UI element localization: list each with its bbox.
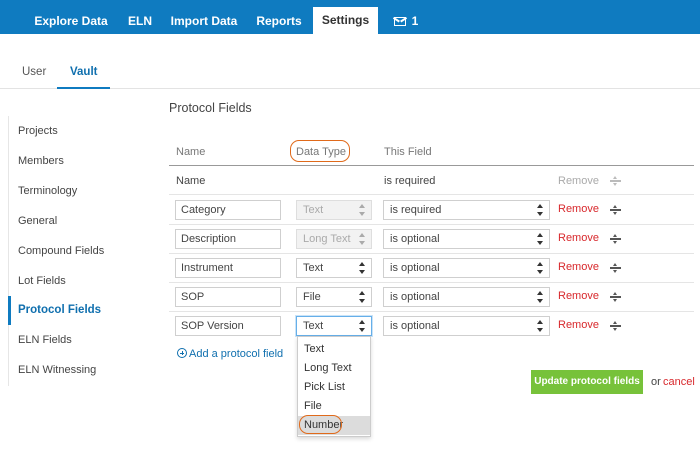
tab-import-data[interactable]: Import Data (162, 0, 246, 34)
requirement-value: is required (390, 204, 442, 216)
fixed-row-name: Name (176, 175, 206, 187)
add-protocol-field-link[interactable]: Add a protocol field (177, 348, 283, 360)
data-type-select[interactable]: Text (296, 316, 372, 336)
or-text: or (651, 376, 661, 388)
dropdown-option-pick-list[interactable]: Pick List (298, 378, 370, 397)
data-type-value: Text (303, 262, 324, 274)
data-type-value: Text (303, 320, 324, 332)
select-caret-icon (537, 320, 543, 332)
sidebar-item-members[interactable]: Members (18, 155, 64, 167)
remove-field-link[interactable]: Remove (558, 203, 599, 215)
fixed-row-remove: Remove (558, 175, 599, 187)
select-caret-icon (537, 204, 543, 216)
drag-handle-icon[interactable] (610, 321, 621, 331)
subtab-user[interactable]: User (22, 66, 46, 78)
envelope-icon (393, 17, 406, 26)
select-caret-icon (359, 204, 365, 216)
dropdown-option-text[interactable]: Text (298, 340, 370, 359)
field-name-input[interactable] (175, 258, 281, 278)
table-header-divider (169, 165, 694, 166)
row-divider (169, 224, 694, 225)
cancel-link[interactable]: cancel (663, 376, 695, 388)
page-title: Protocol Fields (169, 101, 252, 115)
requirement-value: is optional (390, 320, 440, 332)
add-protocol-field-label: Add a protocol field (189, 348, 284, 360)
remove-field-link[interactable]: Remove (558, 261, 599, 273)
messages-count: 1 (411, 14, 419, 28)
drag-handle-icon (610, 176, 621, 186)
field-name-input[interactable] (175, 316, 281, 336)
subtab-vault[interactable]: Vault (70, 66, 97, 78)
drag-handle-icon[interactable] (610, 292, 621, 302)
subtab-active-indicator (57, 87, 110, 89)
requirement-value: is optional (390, 262, 440, 274)
data-type-value: Text (303, 204, 324, 216)
sidebar-item-general[interactable]: General (18, 215, 57, 227)
drag-handle-icon[interactable] (610, 205, 621, 215)
row-divider (169, 282, 694, 283)
data-type-select[interactable]: File (296, 287, 372, 307)
sidebar-item-compound-fields[interactable]: Compound Fields (18, 245, 104, 257)
select-caret-icon (537, 262, 543, 274)
fixed-row-requirement: is required (384, 175, 436, 187)
select-caret-icon (537, 291, 543, 303)
remove-field-link[interactable]: Remove (558, 290, 599, 302)
remove-field-link[interactable]: Remove (558, 232, 599, 244)
data-type-select: Long Text (296, 229, 372, 249)
data-type-value: File (303, 291, 321, 303)
row-divider (169, 253, 694, 254)
field-name-input[interactable] (175, 287, 281, 307)
requirement-value: is optional (390, 291, 440, 303)
data-type-highlight-ring (290, 140, 350, 162)
field-name-input[interactable] (175, 229, 281, 249)
dropdown-option-long-text[interactable]: Long Text (298, 359, 370, 378)
requirement-select[interactable]: is optional (383, 287, 550, 307)
select-caret-icon (537, 233, 543, 245)
sidebar-item-lot-fields[interactable]: Lot Fields (18, 275, 66, 287)
sidebar-active-indicator (8, 296, 11, 325)
column-header-this-field: This Field (384, 146, 432, 158)
tab-reports[interactable]: Reports (246, 0, 312, 34)
requirement-select[interactable]: is required (383, 200, 550, 220)
select-caret-icon (359, 320, 365, 332)
select-caret-icon (359, 291, 365, 303)
dropdown-option-file[interactable]: File (298, 397, 370, 416)
sidebar-item-eln-fields[interactable]: ELN Fields (18, 334, 72, 346)
requirement-select[interactable]: is optional (383, 316, 550, 336)
row-divider (169, 311, 694, 312)
select-caret-icon (359, 233, 365, 245)
number-option-highlight-ring (299, 415, 342, 434)
tab-settings[interactable]: Settings (313, 7, 378, 34)
drag-handle-icon[interactable] (610, 234, 621, 244)
select-caret-icon (359, 262, 365, 274)
field-name-input[interactable] (175, 200, 281, 220)
plus-circle-icon (177, 348, 187, 358)
sidebar-border (8, 116, 9, 386)
data-type-select: Text (296, 200, 372, 220)
requirement-select[interactable]: is optional (383, 258, 550, 278)
sidebar-item-terminology[interactable]: Terminology (18, 185, 77, 197)
drag-handle-icon[interactable] (610, 263, 621, 273)
column-header-name: Name (176, 146, 206, 158)
remove-field-link[interactable]: Remove (558, 319, 599, 331)
sidebar-item-eln-witnessing[interactable]: ELN Witnessing (18, 364, 96, 376)
tab-eln[interactable]: ELN (118, 0, 162, 34)
requirement-value: is optional (390, 233, 440, 245)
row-divider (169, 194, 694, 195)
messages-button[interactable]: 1 (386, 0, 426, 34)
requirement-select[interactable]: is optional (383, 229, 550, 249)
top-navigation: Explore Data ELN Import Data Reports Set… (0, 0, 700, 34)
sidebar-item-projects[interactable]: Projects (18, 125, 58, 137)
update-protocol-fields-button[interactable]: Update protocol fields (531, 370, 643, 394)
data-type-value: Long Text (303, 233, 351, 245)
tab-explore-data[interactable]: Explore Data (24, 0, 118, 34)
data-type-select[interactable]: Text (296, 258, 372, 278)
sidebar-item-protocol-fields[interactable]: Protocol Fields (18, 304, 101, 316)
